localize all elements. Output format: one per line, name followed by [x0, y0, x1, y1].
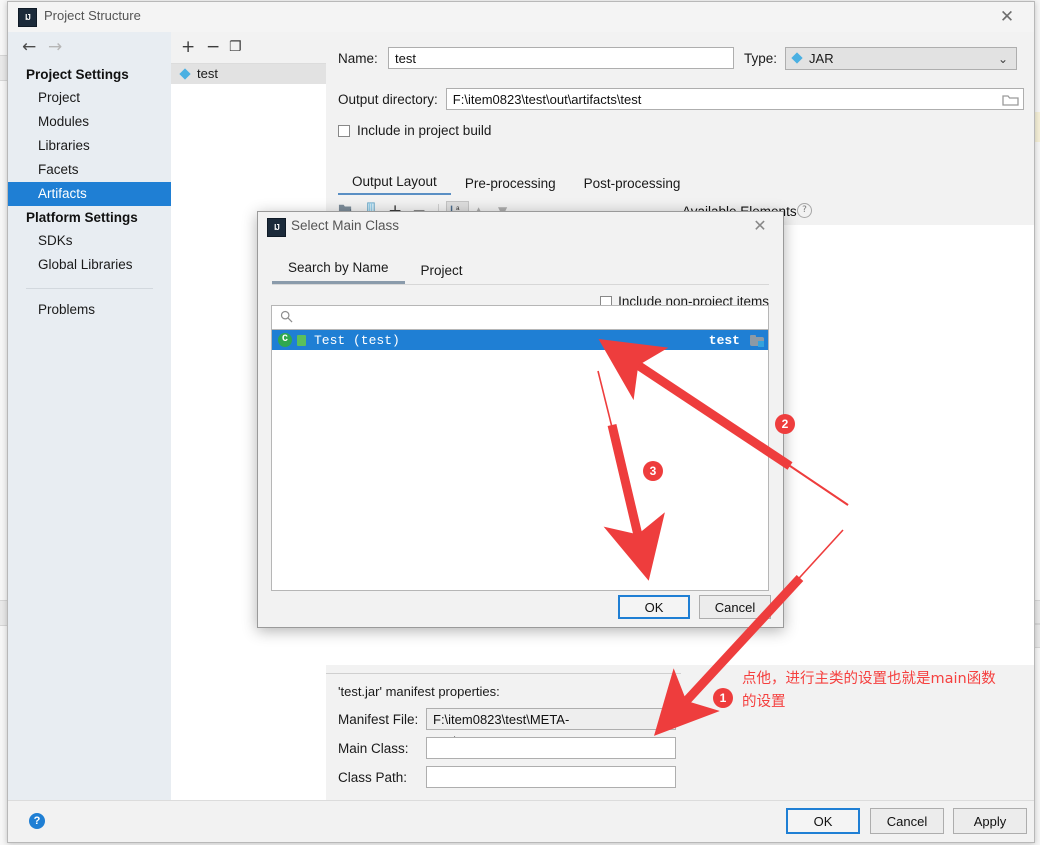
- apply-button[interactable]: Apply: [953, 808, 1027, 834]
- jar-diamond-icon: [792, 53, 803, 64]
- tab-output-layout[interactable]: Output Layout: [338, 171, 451, 195]
- settings-sidebar: ← → Project Settings Project Modules Lib…: [8, 32, 172, 800]
- intellij-idea-icon: IJ: [18, 8, 37, 27]
- type-select-value: JAR: [809, 51, 834, 66]
- sidebar-group-project-settings: Project Settings: [26, 67, 129, 82]
- remove-artifact-button[interactable]: −: [206, 36, 220, 58]
- forward-arrow-icon[interactable]: →: [48, 38, 62, 56]
- tab-project[interactable]: Project: [405, 263, 479, 284]
- tab-pre-processing[interactable]: Pre-processing: [451, 173, 570, 195]
- type-label: Type:: [744, 51, 778, 66]
- main-class-row: Main Class:: [338, 737, 676, 759]
- editor-tabs: Output Layout Pre-processing Post-proces…: [338, 169, 1038, 195]
- tab-post-processing[interactable]: Post-processing: [570, 173, 695, 195]
- name-input[interactable]: test: [388, 47, 734, 69]
- manifest-file-input[interactable]: F:\item0823\test\META-INF\MANIFEST.MF: [426, 708, 676, 749]
- add-artifact-button[interactable]: +: [181, 36, 195, 58]
- type-row: Type: JAR ⌄: [744, 47, 1018, 70]
- include-in-build-checkbox[interactable]: [338, 124, 350, 137]
- name-label: Name:: [338, 50, 378, 66]
- include-in-build-row[interactable]: Include in project build: [338, 123, 491, 138]
- sidebar-item-problems[interactable]: Problems: [8, 298, 171, 322]
- select-main-class-title: Select Main Class: [291, 218, 400, 233]
- manifest-file-row: Manifest File: F:\item0823\test\META-INF…: [338, 708, 676, 749]
- select-main-class-ok-button[interactable]: OK: [618, 595, 690, 619]
- window-title: Project Structure: [44, 8, 141, 23]
- sidebar-nav-buttons: ← →: [8, 32, 171, 63]
- name-row: Name: test: [338, 47, 734, 69]
- sidebar-divider: [26, 288, 153, 289]
- main-class-label: Main Class:: [338, 740, 409, 756]
- artifact-list-item-label: test: [197, 66, 218, 81]
- chevron-down-icon: ⌄: [997, 52, 1009, 66]
- sidebar-item-project[interactable]: Project: [8, 86, 171, 110]
- folder-browse-icon[interactable]: [1002, 92, 1019, 107]
- class-path-row: Class Path:: [338, 766, 676, 788]
- include-in-build-label: Include in project build: [357, 123, 492, 138]
- search-result-row[interactable]: C Test (test) test: [272, 330, 768, 350]
- artifact-diamond-icon: [180, 69, 191, 80]
- tab-search-by-name[interactable]: Search by Name: [272, 260, 405, 284]
- sidebar-item-libraries[interactable]: Libraries: [8, 134, 171, 158]
- output-directory-value: F:\item0823\test\out\artifacts\test: [452, 92, 642, 107]
- public-visibility-icon: [297, 334, 306, 346]
- output-directory-input[interactable]: F:\item0823\test\out\artifacts\test: [445, 88, 1024, 110]
- close-icon[interactable]: ✕: [996, 6, 1018, 28]
- search-results-list[interactable]: C Test (test) test: [271, 330, 769, 591]
- artifact-list-toolbar: + − ❐: [171, 32, 326, 64]
- sidebar-item-global-libraries[interactable]: Global Libraries: [8, 253, 171, 277]
- back-arrow-icon[interactable]: ←: [22, 38, 36, 56]
- java-class-icon: C: [278, 333, 292, 347]
- search-result-label: Test (test): [314, 332, 400, 348]
- output-directory-label: Output directory:: [338, 91, 438, 107]
- select-main-class-titlebar: IJ Select Main Class ✕: [258, 212, 783, 242]
- ok-button[interactable]: OK: [786, 808, 860, 834]
- sidebar-item-facets[interactable]: Facets: [8, 158, 171, 182]
- search-result-module: test: [708, 332, 740, 348]
- cancel-button[interactable]: Cancel: [870, 808, 944, 834]
- manifest-title: 'test.jar' manifest properties:: [338, 684, 500, 699]
- help-icon[interactable]: ?: [29, 813, 45, 829]
- output-directory-row: Output directory: F:\item0823\test\out\a…: [338, 88, 1024, 110]
- main-class-input[interactable]: [426, 737, 676, 759]
- copy-artifact-button[interactable]: ❐: [229, 36, 242, 58]
- artifact-list-item-test[interactable]: test: [171, 64, 326, 84]
- sidebar-item-modules[interactable]: Modules: [8, 110, 171, 134]
- sidebar-item-artifacts[interactable]: Artifacts: [8, 182, 171, 206]
- select-main-class-tabs: Search by Name Project: [272, 256, 769, 285]
- sidebar-group-platform-settings: Platform Settings: [26, 210, 138, 225]
- magnifier-icon: [280, 310, 293, 326]
- select-main-class-dialog: IJ Select Main Class ✕ Search by Name Pr…: [257, 211, 784, 628]
- window-titlebar: IJ Project Structure ✕: [8, 2, 1034, 33]
- module-folder-icon: [750, 334, 764, 347]
- class-path-label: Class Path:: [338, 769, 408, 785]
- manifest-file-label: Manifest File:: [338, 711, 419, 727]
- type-select[interactable]: JAR ⌄: [785, 47, 1018, 70]
- sidebar-item-sdks[interactable]: SDKs: [8, 229, 171, 253]
- select-main-class-cancel-button[interactable]: Cancel: [699, 595, 771, 619]
- search-input[interactable]: [271, 305, 769, 330]
- available-elements-help-icon[interactable]: ?: [797, 203, 812, 218]
- dialog-footer: ? OK Cancel Apply: [8, 800, 1034, 842]
- intellij-idea-icon: IJ: [267, 218, 286, 237]
- class-path-input[interactable]: [426, 766, 676, 788]
- close-icon[interactable]: ✕: [749, 215, 771, 237]
